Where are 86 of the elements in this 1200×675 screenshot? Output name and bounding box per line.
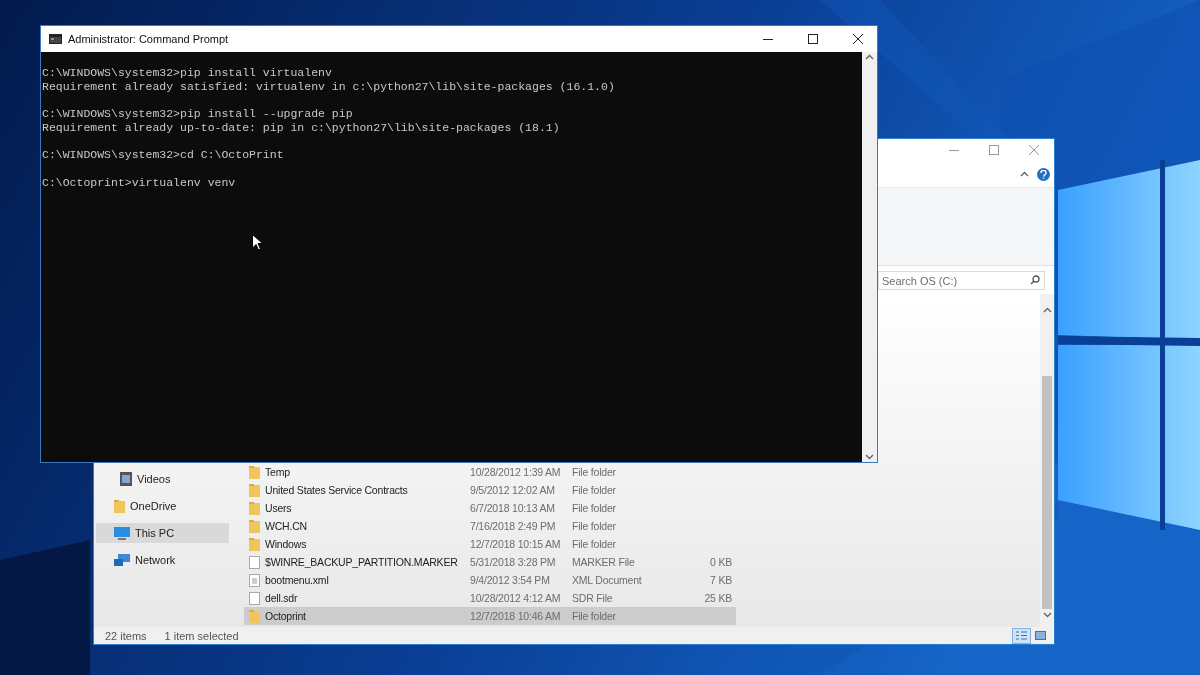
network-icon — [114, 554, 130, 566]
item-count: 22 items — [105, 629, 147, 642]
list-icon — [1016, 631, 1027, 640]
type-cell-text: File folder — [572, 484, 617, 496]
file-row[interactable]: Octoprint 12/7/2018 10:46 AM File folder — [244, 607, 736, 625]
output-line: Requirement already up-to-date: pip in c:\python27\lib\site-packages (18.1) — [42, 120, 561, 135]
close-icon — [852, 34, 863, 44]
scrollbar[interactable] — [1040, 294, 1054, 627]
date-cell-text: 7/16/2018 2:49 PM — [470, 520, 557, 532]
folder-icon — [249, 483, 260, 497]
size-cell-text: 7 KB — [709, 574, 732, 586]
file-name: Temp — [265, 466, 290, 478]
size-cell-text: 0 KB — [709, 556, 732, 568]
size-cell-text: 25 KB — [703, 592, 732, 604]
scroll-up-icon[interactable] — [865, 54, 874, 60]
film-icon — [120, 472, 132, 486]
file-row[interactable]: $WINRE_BACKUP_PARTITION.MARKER 5/31/2018 3:28 PM MARKER File 0 KB — [244, 553, 736, 571]
date-cell-text: 9/5/2012 12:02 AM — [470, 484, 556, 496]
mouse-pointer-icon — [252, 234, 263, 251]
document-icon — [249, 573, 260, 587]
file-row[interactable]: Windows 12/7/2018 10:15 AM File folder — [244, 535, 736, 553]
scrollbar[interactable] — [862, 52, 877, 462]
folder-icon — [249, 519, 260, 533]
scroll-down-icon[interactable] — [865, 454, 874, 460]
file-name: Users — [265, 502, 292, 514]
folder-icon — [249, 465, 260, 479]
search-field[interactable]: Search OS (C:) — [878, 271, 1045, 290]
selection-count: 1 item selected — [164, 629, 240, 642]
folder-icon — [114, 499, 125, 513]
window-title: Administrator: Command Prompt — [68, 33, 230, 45]
minimize-icon — [949, 149, 959, 151]
date-cell-text: 10/28/2012 1:39 AM — [470, 466, 562, 478]
nav-item[interactable]: This PC — [96, 523, 229, 543]
date-cell-text: 9/4/2012 3:54 PM — [470, 574, 551, 586]
type-cell-text: File folder — [572, 538, 617, 550]
folder-icon — [249, 609, 260, 623]
type-cell-text: File folder — [572, 466, 617, 478]
details-view-button[interactable] — [1012, 627, 1031, 644]
nav-item[interactable]: Videos — [96, 469, 229, 489]
command-line: C:\WINDOWS\system32>pip install --upgrade pip — [42, 107, 354, 121]
file-name: bootmenu.xml — [265, 574, 329, 586]
maximize-icon — [807, 34, 818, 44]
type-cell-text: MARKER File — [572, 556, 636, 568]
close-icon — [1029, 145, 1039, 155]
output-line: Requirement already satisfied: virtualenv in c:\python27\lib\site-packages (16.1.0) — [42, 79, 616, 94]
file-row[interactable]: United States Service Contracts 9/5/2012 12:02 AM File folder — [244, 481, 736, 499]
file-name: Octoprint — [265, 610, 306, 622]
file-name: United States Service Contracts — [265, 484, 408, 496]
type-cell-text: File folder — [572, 520, 617, 532]
command-line: C:\WINDOWS\system32>pip install virtualenv — [42, 66, 333, 80]
nav-item[interactable]: Network — [96, 550, 229, 570]
file-icon — [249, 555, 260, 569]
file-row[interactable]: WCH.CN 7/16/2018 2:49 PM File folder — [244, 517, 736, 535]
date-cell-text: 12/7/2018 10:46 AM — [470, 610, 562, 622]
file-name: WCH.CN — [265, 520, 307, 532]
file-name: dell.sdr — [265, 592, 298, 604]
nav-item[interactable]: OneDrive — [96, 496, 229, 516]
search-icon — [1030, 274, 1040, 285]
maximize-icon — [989, 145, 999, 155]
file-icon — [249, 591, 260, 605]
file-row[interactable]: Users 6/7/2018 10:13 AM File folder — [244, 499, 736, 517]
help-icon[interactable] — [1037, 167, 1050, 181]
file-name: $WINRE_BACKUP_PARTITION.MARKER — [265, 556, 458, 568]
type-cell-text: XML Document — [572, 574, 643, 586]
date-cell-text: 5/31/2018 3:28 PM — [470, 556, 557, 568]
monitor-icon — [114, 526, 130, 540]
file-row[interactable]: dell.sdr 10/28/2012 4:12 AM SDR File 25 KB — [244, 589, 736, 607]
scroll-down-icon[interactable] — [1042, 612, 1052, 618]
minimize-icon — [762, 38, 773, 40]
folder-icon — [249, 501, 260, 515]
date-cell-text: 12/7/2018 10:15 AM — [470, 538, 562, 550]
file-row[interactable]: Temp 10/28/2012 1:39 AM File folder — [244, 463, 736, 481]
expand-ribbon-icon[interactable] — [1020, 171, 1029, 177]
scroll-up-icon[interactable] — [1042, 307, 1052, 313]
folder-icon — [249, 537, 260, 551]
file-name: Windows — [265, 538, 307, 550]
type-cell-text: File folder — [572, 610, 617, 622]
type-cell-text: SDR File — [572, 592, 614, 604]
console-app-icon — [49, 34, 62, 44]
file-row[interactable]: bootmenu.xml 9/4/2012 3:54 PM XML Document 7 KB — [244, 571, 736, 589]
type-cell-text: File folder — [572, 502, 617, 514]
date-cell-text: 10/28/2012 4:12 AM — [470, 592, 562, 604]
command-line: C:\WINDOWS\system32>cd C:\OctoPrint — [42, 148, 285, 162]
thumbnail-icon — [1035, 631, 1046, 640]
command-line: C:\Octoprint>virtualenv venv — [42, 175, 237, 190]
date-cell-text: 6/7/2018 10:13 AM — [470, 502, 556, 514]
